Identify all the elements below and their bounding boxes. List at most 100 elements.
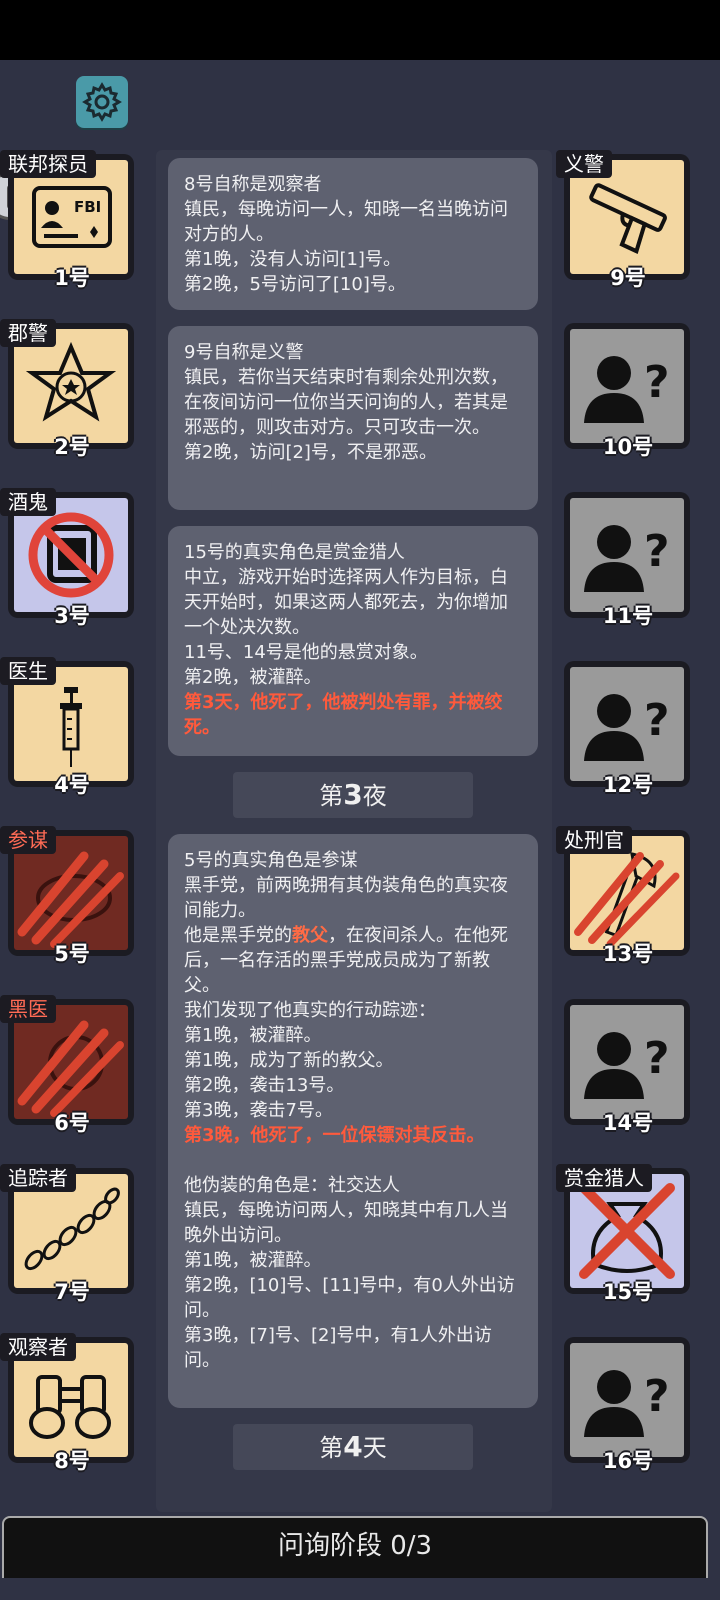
player-card-14[interactable]: ? 14号 — [556, 995, 692, 1135]
log-message-3: 15号的真实角色是赏金猎人 中立，游戏开始时选择两人作为目标，白天开始时，如果这… — [168, 526, 538, 756]
message-line: 第2晚，被灌醉。 — [184, 667, 322, 688]
divider-number: 4 — [343, 1430, 363, 1463]
message-line: 第3晚，[7]号、[2]号中，有1人外出访问。 — [184, 1325, 492, 1371]
player-card-9[interactable]: 义警 9号 — [556, 150, 692, 290]
role-label: 联邦探员 — [0, 150, 96, 178]
godfather-highlight: 教父 — [292, 925, 328, 946]
message-line: 镇民，每晚访问一人，知晓一名当晚访问对方的人。 — [184, 199, 508, 245]
seat-number: 5号 — [54, 942, 90, 966]
role-label: 参谋 — [0, 826, 56, 854]
message-line: 第1晚，没有人访问[1]号。 — [184, 249, 401, 270]
divider-prefix: 第 — [319, 1434, 344, 1462]
message-line: 第3晚，袭击7号。 — [184, 1100, 333, 1121]
phase-divider-day4: 第4天 — [233, 1424, 473, 1470]
player-card-13[interactable]: 处刑官 13号 — [556, 826, 692, 966]
death-notice: 第3天，他死了，他被判处有罪，并被绞死。 — [184, 692, 503, 738]
role-label: 郡警 — [0, 319, 56, 347]
player-card-16[interactable]: ? 16号 — [556, 1333, 692, 1473]
player-card-15[interactable]: 赏金猎人 15号 — [556, 1164, 692, 1304]
message-line: 我们发现了他真实的行动踪迹： — [184, 1000, 436, 1021]
role-label: 处刑官 — [556, 826, 632, 854]
seat-number: 13号 — [602, 942, 654, 966]
unknown-person-icon: ? — [584, 1032, 670, 1099]
message-line: 第1晚，被灌醉。 — [184, 1250, 322, 1271]
message-line: 第2晚，5号访问了[10]号。 — [184, 274, 406, 295]
seat-number: 7号 — [54, 1280, 90, 1304]
player-card-11[interactable]: ? 11号 — [556, 488, 692, 628]
seat-number: 12号 — [602, 773, 654, 797]
player-card-1[interactable]: FBI 联邦探员 1号 — [0, 150, 136, 290]
seat-number: 8号 — [54, 1449, 90, 1473]
player-card-7[interactable]: 追踪者 7号 — [0, 1164, 136, 1304]
settings-button[interactable] — [76, 76, 128, 128]
message-line: 5号的真实角色是参谋 — [184, 850, 358, 871]
svg-text:?: ? — [644, 357, 670, 408]
seat-number: 16号 — [602, 1449, 654, 1473]
message-line: 第1晚，成为了新的教父。 — [184, 1050, 394, 1071]
seat-number: 2号 — [54, 435, 90, 459]
player-card-8[interactable]: 观察者 8号 — [0, 1333, 136, 1473]
phase-status-label: 问询阶段 0/3 — [277, 1531, 433, 1561]
svg-text:FBI: FBI — [74, 198, 101, 216]
svg-text:?: ? — [644, 695, 670, 746]
player-card-5[interactable]: 参谋 5号 — [0, 826, 136, 966]
message-line: 第2晚，袭击13号。 — [184, 1075, 345, 1096]
log-message-4: 5号的真实角色是参谋 黑手党，前两晚拥有其伪装角色的真实夜间能力。 他是黑手党的… — [168, 834, 538, 1408]
message-text: 他是黑手党的 — [184, 925, 292, 946]
role-label: 观察者 — [0, 1333, 76, 1361]
seat-number: 9号 — [610, 266, 646, 290]
player-card-12[interactable]: ? 12号 — [556, 657, 692, 797]
message-line: 第2晚，[10]号、[11]号中，有0人外出访问。 — [184, 1275, 515, 1321]
role-label: 酒鬼 — [0, 488, 56, 516]
player-card-3[interactable]: 酒鬼 3号 — [0, 488, 136, 628]
seat-number: 6号 — [54, 1111, 90, 1135]
svg-text:?: ? — [644, 1033, 670, 1084]
role-label: 赏金猎人 — [556, 1164, 652, 1192]
player-card-4[interactable]: 医生 4号 — [0, 657, 136, 797]
seat-number: 10号 — [602, 435, 654, 459]
divider-prefix: 第 — [319, 782, 344, 810]
seat-number: 11号 — [602, 604, 654, 628]
message-line: 8号自称是观察者 — [184, 174, 322, 195]
divider-suffix: 天 — [362, 1434, 387, 1462]
phase-divider-night3: 第3夜 — [233, 772, 473, 818]
message-line: 15号的真实角色是赏金猎人 — [184, 542, 405, 563]
message-line: 9号自称是义警 — [184, 342, 304, 363]
player-card-6[interactable]: 黑医 6号 — [0, 995, 136, 1135]
message-line: 镇民，若你当天结束时有剩余处刑次数，在夜间访问一位你当天问询的人，若其是邪恶的，… — [184, 367, 508, 438]
seat-number: 1号 — [54, 266, 90, 290]
message-line: 11号、14号是他的悬赏对象。 — [184, 642, 428, 663]
status-bar — [0, 0, 720, 60]
seat-number: 15号 — [602, 1280, 654, 1304]
message-line: 第2晚，访问[2]号，不是邪恶。 — [184, 442, 437, 463]
death-notice: 第3晚，他死了，一位保镖对其反击。 — [184, 1125, 485, 1146]
log-message-2: 9号自称是义警 镇民，若你当天结束时有剩余处刑次数，在夜间访问一位你当天问询的人… — [168, 326, 538, 510]
gear-icon — [82, 82, 122, 122]
divider-number: 3 — [343, 778, 363, 811]
divider-suffix: 夜 — [362, 782, 387, 810]
unknown-person-icon: ? — [584, 694, 670, 761]
seat-number: 14号 — [602, 1111, 654, 1135]
seat-number: 3号 — [54, 604, 90, 628]
unknown-person-icon: ? — [584, 525, 670, 592]
player-card-2[interactable]: 郡警 2号 — [0, 319, 136, 459]
log-message-1: 8号自称是观察者 镇民，每晚访问一人，知晓一名当晚访问对方的人。 第1晚，没有人… — [168, 158, 538, 310]
message-line: 第1晚，被灌醉。 — [184, 1025, 322, 1046]
unknown-person-icon: ? — [584, 1370, 670, 1437]
svg-text:?: ? — [644, 526, 670, 577]
message-line: 中立，游戏开始时选择两人作为目标，白天开始时，如果这两人都死去，为你增加一个处决… — [184, 567, 508, 638]
role-label: 义警 — [556, 150, 612, 178]
message-line: 黑手党，前两晚拥有其伪装角色的真实夜间能力。 — [184, 875, 508, 921]
role-label: 医生 — [0, 657, 56, 685]
role-label: 追踪者 — [0, 1164, 76, 1192]
unknown-person-icon: ? — [584, 356, 670, 423]
seat-number: 4号 — [54, 773, 90, 797]
message-line: 他是黑手党的教父，在夜间杀人。在他死后，一名存活的黑手党成员成为了新教父。 — [184, 923, 522, 998]
player-card-10[interactable]: ? 10号 — [556, 319, 692, 459]
message-line: 他伪装的角色是：社交达人 — [184, 1175, 400, 1196]
inquiry-phase-bar[interactable]: 问询阶段 0/3 — [2, 1516, 708, 1578]
svg-text:?: ? — [644, 1371, 670, 1422]
role-label: 黑医 — [0, 995, 56, 1023]
message-line: 镇民，每晚访问两人，知晓其中有几人当晚外出访问。 — [184, 1200, 508, 1246]
